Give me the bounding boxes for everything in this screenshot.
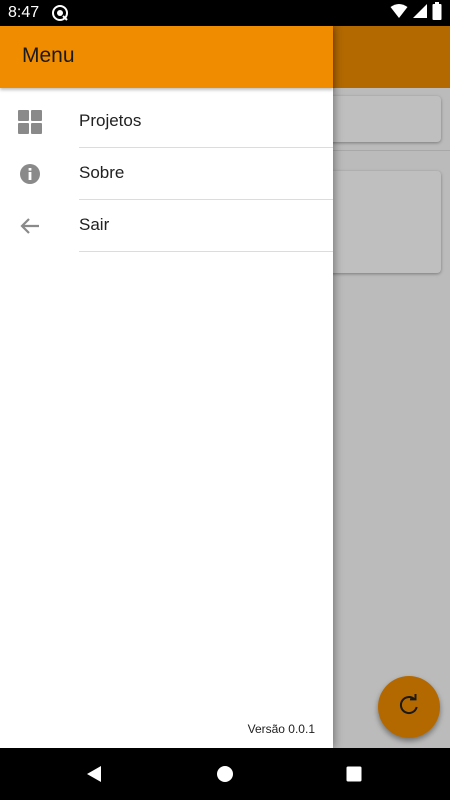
menu-divider xyxy=(79,251,333,252)
arrow-back-icon xyxy=(18,214,42,238)
navigation-drawer: Menu Projetos Sobre Sair Versão 0.0.1 xyxy=(0,26,333,748)
menu-item-sair[interactable]: Sair xyxy=(0,200,333,252)
recents-nav-icon[interactable] xyxy=(342,762,366,786)
back-nav-icon[interactable] xyxy=(82,762,106,786)
menu-item-label: Sair xyxy=(79,215,110,234)
home-nav-icon[interactable] xyxy=(213,762,237,786)
status-bar: 8:47 xyxy=(0,0,450,26)
menu-item-label: Sobre xyxy=(79,163,125,182)
status-icons xyxy=(390,1,442,25)
status-time: 8:47 xyxy=(8,4,40,21)
menu-item-projetos[interactable]: Projetos xyxy=(0,96,333,148)
info-icon xyxy=(18,162,42,186)
wifi-icon xyxy=(390,3,408,24)
menu-item-sobre[interactable]: Sobre xyxy=(0,148,333,200)
dashboard-icon xyxy=(18,110,42,134)
version-label: Versão 0.0.1 xyxy=(247,722,315,736)
battery-icon xyxy=(432,1,442,25)
drawer-title: Menu xyxy=(22,44,75,67)
drawer-header: Menu xyxy=(0,26,333,88)
sync-icon xyxy=(51,4,69,22)
menu-item-label: Projetos xyxy=(79,111,142,130)
cell-signal-icon xyxy=(412,3,428,24)
system-navigation-bar xyxy=(0,748,450,800)
